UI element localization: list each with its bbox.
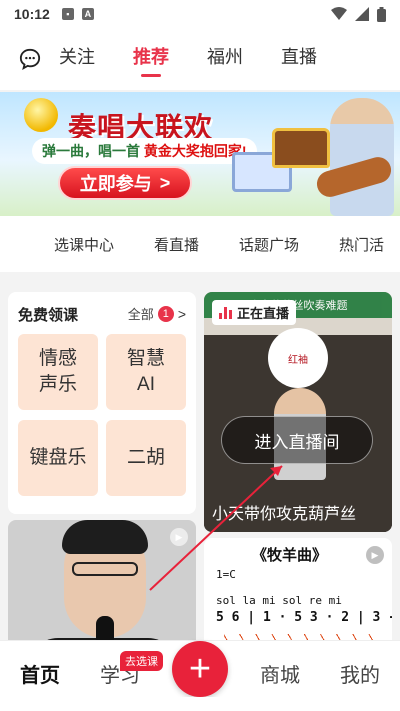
quick-links: 选课中心 看直播 话题广场 热门活	[0, 216, 400, 272]
gallery-icon: ▪	[61, 8, 74, 20]
sheet-notes: 5 6 | 1 · 5 3 · 2 | 3 - - 5 6	[216, 610, 392, 625]
course-tile-keyboard[interactable]: 键盘乐	[18, 420, 98, 496]
live-stream-card[interactable]: 攻克葫芦丝吹奏难题 红袖 正在直播 进入直播间 小天带你攻克葫芦丝	[204, 292, 392, 532]
tab-live[interactable]: 直播	[281, 43, 317, 75]
chevron-right-icon: >	[177, 305, 186, 322]
count-badge: 1	[157, 305, 174, 322]
nav-home[interactable]: 首页	[20, 659, 60, 688]
treasure-chest-illustration	[272, 128, 330, 168]
course-tile-label: 智慧AI	[126, 348, 165, 395]
message-icon[interactable]	[19, 48, 41, 70]
free-course-title: 免费领课	[18, 307, 79, 324]
enter-live-room-button[interactable]: 进入直播间	[221, 416, 373, 464]
view-all-label: 全部	[127, 307, 154, 322]
course-tile-vocal[interactable]: 情感声乐	[18, 334, 98, 410]
home-indicator	[0, 697, 400, 711]
sheet-title: 《牧羊曲》	[252, 546, 328, 564]
quick-link-watch-live[interactable]: 看直播	[154, 234, 199, 255]
view-all-button[interactable]: 全部 1 >	[128, 304, 186, 323]
wifi-icon	[331, 7, 347, 20]
banner-subtitle-a: 弹一曲，唱一首	[42, 143, 140, 159]
tab-recommend[interactable]: 推荐	[133, 43, 169, 75]
gold-coin-icon	[24, 98, 58, 132]
tab-fuzhou[interactable]: 福州	[207, 43, 243, 75]
studio-logo: 红袖	[268, 328, 328, 388]
course-tile-ai[interactable]: 智慧AI	[106, 334, 186, 410]
quick-link-topic-square[interactable]: 话题广场	[239, 234, 299, 255]
status-bar: 10:12 ▪ A	[0, 0, 400, 28]
join-now-label: 立即参与	[79, 174, 152, 194]
a-notification-icon: A	[81, 8, 94, 20]
nav-me[interactable]: 我的	[340, 659, 380, 688]
quick-link-hot[interactable]: 热门活	[339, 234, 384, 255]
course-tile-label: 情感声乐	[38, 348, 77, 395]
live-bars-icon	[219, 306, 232, 319]
play-icon: ▶	[170, 528, 188, 546]
live-caption: 小天带你攻克葫芦丝	[212, 506, 357, 523]
video-person-hair	[62, 520, 148, 554]
course-tile-label: 键盘乐	[29, 447, 87, 469]
live-status-label: 正在直播	[237, 306, 290, 321]
promo-banner[interactable]: 奏唱大联欢 弹一曲，唱一首 黄金大奖抱回家! 立即参与 >	[0, 92, 400, 216]
join-now-button[interactable]: 立即参与 >	[58, 166, 192, 200]
glasses-illustration	[72, 562, 138, 576]
quick-link-course-center[interactable]: 选课中心	[54, 234, 114, 255]
clock: 10:12	[14, 6, 50, 22]
add-button[interactable]: +	[172, 641, 228, 697]
chevron-right-icon: >	[159, 172, 171, 193]
sheet-solfege: sol la mi sol re mi	[216, 594, 342, 607]
grandma-illustration	[330, 98, 394, 216]
sheet-key: 1=C	[216, 568, 236, 581]
tab-follow[interactable]: 关注	[59, 43, 95, 75]
play-icon: ▶	[366, 546, 384, 564]
battery-icon	[377, 6, 386, 22]
banner-subtitle: 弹一曲，唱一首 黄金大奖抱回家!	[32, 138, 257, 164]
signal-icon	[355, 7, 369, 21]
live-status-badge: 正在直播	[212, 300, 297, 325]
free-course-card: 免费领课 全部 1 > 情感声乐 智慧AI 键盘乐 二胡	[8, 292, 196, 514]
select-course-tag[interactable]: 去选课	[120, 651, 163, 671]
top-nav: 关注 推荐 福州 直播	[0, 28, 400, 90]
course-tile-label: 二胡	[126, 447, 165, 469]
course-tile-erhu[interactable]: 二胡	[106, 420, 186, 496]
nav-mall[interactable]: 商城	[260, 659, 300, 688]
video-card[interactable]: ▶	[8, 520, 196, 660]
